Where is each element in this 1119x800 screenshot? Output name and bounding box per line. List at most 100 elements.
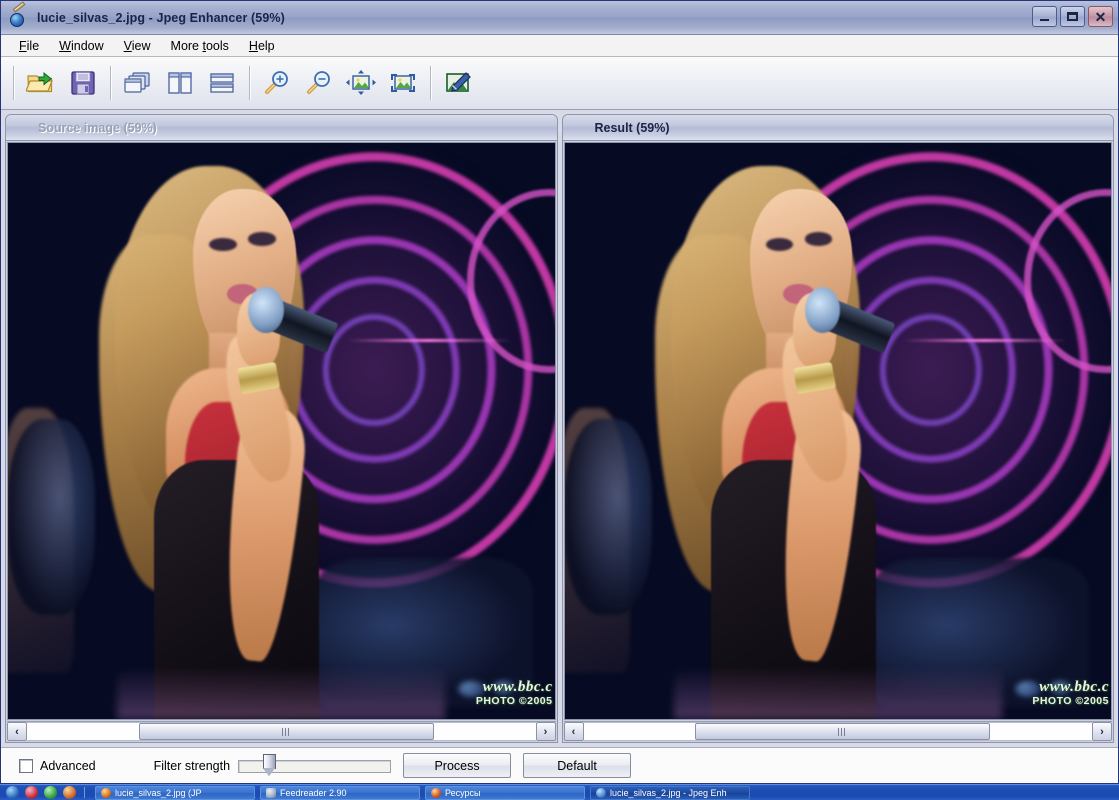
result-scroll-track[interactable] (583, 722, 1092, 741)
filter-strength-thumb[interactable] (262, 753, 276, 778)
taskbar-item-label: Ресурсы (445, 787, 481, 798)
result-image-canvas[interactable]: www.bbc.c PHOTO ©2005 (563, 142, 1112, 720)
source-horizontal-scrollbar[interactable]: ‹ › (7, 721, 556, 741)
magnifier-plus-icon (265, 71, 288, 94)
menu-help[interactable]: Help (239, 37, 285, 55)
save-file-button[interactable] (62, 62, 104, 104)
floppy-save-icon (71, 71, 95, 95)
source-scroll-left-button[interactable]: ‹ (7, 722, 27, 741)
window-title: lucie_silvas_2.jpg - Jpeg Enhancer (59%) (37, 10, 285, 25)
tile-vertical-button[interactable] (159, 62, 201, 104)
result-image-window[interactable]: Result (59%) www.bbc.c PHOTO ©2005 ‹ › (561, 114, 1114, 743)
result-scroll-left-button[interactable]: ‹ (563, 722, 584, 741)
photo-watermark: www.bbc.c PHOTO ©2005 (475, 679, 553, 707)
tile-horizontal-icon (210, 73, 234, 93)
taskbar-item-label: lucie_silvas_2.jpg (JP (115, 787, 202, 798)
advanced-label: Advanced (40, 758, 96, 773)
jpeg-enhancer-icon (596, 787, 606, 798)
application-window: lucie_silvas_2.jpg - Jpeg Enhancer (59%)… (0, 0, 1119, 784)
minimize-button[interactable] (1032, 6, 1057, 27)
menu-window[interactable]: Window (49, 37, 113, 55)
quicklaunch-player-icon[interactable] (63, 786, 76, 799)
open-folder-icon (26, 71, 53, 93)
mdi-work-area: Source image (59%) www.bbc.c PHOTO ©2005… (1, 110, 1118, 747)
toolbar-separator (430, 66, 431, 100)
close-button[interactable]: ✕ (1088, 6, 1113, 27)
restore-icon (1067, 12, 1078, 21)
quick-launch-bar (0, 785, 95, 800)
taskbar-item-feedreader[interactable]: Feedreader 2.90 (260, 785, 420, 800)
filter-strength-label: Filter strength (153, 758, 231, 773)
result-window-titlebar: Result (59%) (562, 115, 1113, 141)
quicklaunch-paint-icon[interactable] (44, 786, 57, 799)
source-scroll-track[interactable] (27, 722, 536, 741)
menu-more-tools[interactable]: More tools (161, 37, 239, 55)
watermark-url: www.bbc.c (482, 679, 553, 696)
scroll-grip-icon (281, 727, 291, 736)
source-image-canvas[interactable]: www.bbc.c PHOTO ©2005 (7, 142, 556, 720)
menu-file[interactable]: File (9, 37, 49, 55)
zoom-out-button[interactable] (298, 62, 340, 104)
toolbar-separator (13, 66, 14, 100)
toolbar-separator (110, 66, 111, 100)
default-button[interactable]: Default (523, 753, 632, 778)
source-window-title: Source image (59%) (38, 120, 157, 135)
toolbar-separator (249, 66, 250, 100)
quicklaunch-media-icon[interactable] (25, 786, 38, 799)
scroll-grip-icon (838, 727, 848, 736)
taskbar-item-jpeg-file[interactable]: lucie_silvas_2.jpg (JP (95, 785, 255, 800)
actual-size-button[interactable] (382, 62, 424, 104)
taskbar-item-jpeg-enhancer[interactable]: lucie_silvas_2.jpg - Jpeg Enh (590, 785, 750, 800)
result-scroll-thumb[interactable] (695, 723, 991, 740)
result-scroll-right-button[interactable]: › (1092, 722, 1112, 741)
image-pen-edit-icon (446, 72, 471, 92)
open-file-button[interactable] (20, 62, 62, 104)
actual-size-icon (391, 74, 415, 92)
source-scroll-right-button[interactable]: › (535, 722, 556, 741)
watermark-copyright: PHOTO ©2005 (475, 694, 553, 707)
watermark-copyright: PHOTO ©2005 (1032, 694, 1109, 707)
magnifier-minus-icon (307, 71, 330, 94)
zoom-in-button[interactable] (256, 62, 298, 104)
cascade-windows-icon (124, 72, 150, 93)
enhance-button[interactable] (437, 62, 479, 104)
watermark-url: www.bbc.c (1039, 679, 1109, 696)
taskbar: lucie_silvas_2.jpg (JP Feedreader 2.90 Р… (0, 784, 1119, 800)
jpeg-file-icon (101, 787, 111, 798)
source-image-window[interactable]: Source image (59%) www.bbc.c PHOTO ©2005… (5, 114, 558, 743)
source-scroll-thumb[interactable] (138, 723, 434, 740)
minimize-icon (1040, 18, 1049, 21)
restore-button[interactable] (1060, 6, 1085, 27)
taskbar-item-label: Feedreader 2.90 (280, 787, 347, 798)
result-horizontal-scrollbar[interactable]: ‹ › (563, 721, 1112, 741)
taskbar-item-resources[interactable]: Ресурсы (425, 785, 585, 800)
cascade-windows-button[interactable] (117, 62, 159, 104)
window-controls: ✕ (1032, 6, 1113, 27)
advanced-checkbox-row[interactable]: Advanced (19, 758, 96, 773)
result-window-title: Result (59%) (594, 120, 670, 135)
source-window-titlebar: Source image (59%) (6, 115, 557, 141)
result-photo: www.bbc.c PHOTO ©2005 (564, 143, 1111, 719)
singer-figure (608, 143, 1001, 719)
singer-figure (52, 143, 445, 719)
tile-vertical-icon (168, 72, 192, 94)
fit-image-icon (346, 70, 376, 95)
app-icon (9, 0, 29, 28)
taskbar-buttons: lucie_silvas_2.jpg (JP Feedreader 2.90 Р… (95, 785, 750, 800)
title-bar: lucie_silvas_2.jpg - Jpeg Enhancer (59%)… (1, 0, 1118, 35)
toolbar (1, 57, 1118, 110)
fit-to-window-button[interactable] (340, 62, 382, 104)
filter-strength-slider[interactable] (238, 753, 392, 778)
menu-view[interactable]: View (114, 37, 161, 55)
process-button[interactable]: Process (403, 753, 512, 778)
menu-bar: File Window View More tools Help (1, 35, 1118, 57)
advanced-checkbox[interactable] (19, 758, 33, 773)
source-photo: www.bbc.c PHOTO ©2005 (8, 143, 555, 719)
taskbar-item-label: lucie_silvas_2.jpg - Jpeg Enh (610, 787, 727, 798)
tile-horizontal-button[interactable] (201, 62, 243, 104)
quicklaunch-browser-icon[interactable] (6, 786, 19, 799)
close-icon: ✕ (1094, 8, 1107, 25)
feedreader-icon (266, 787, 276, 798)
photo-watermark: www.bbc.c PHOTO ©2005 (1032, 679, 1109, 707)
filter-strength-track[interactable] (238, 759, 392, 773)
